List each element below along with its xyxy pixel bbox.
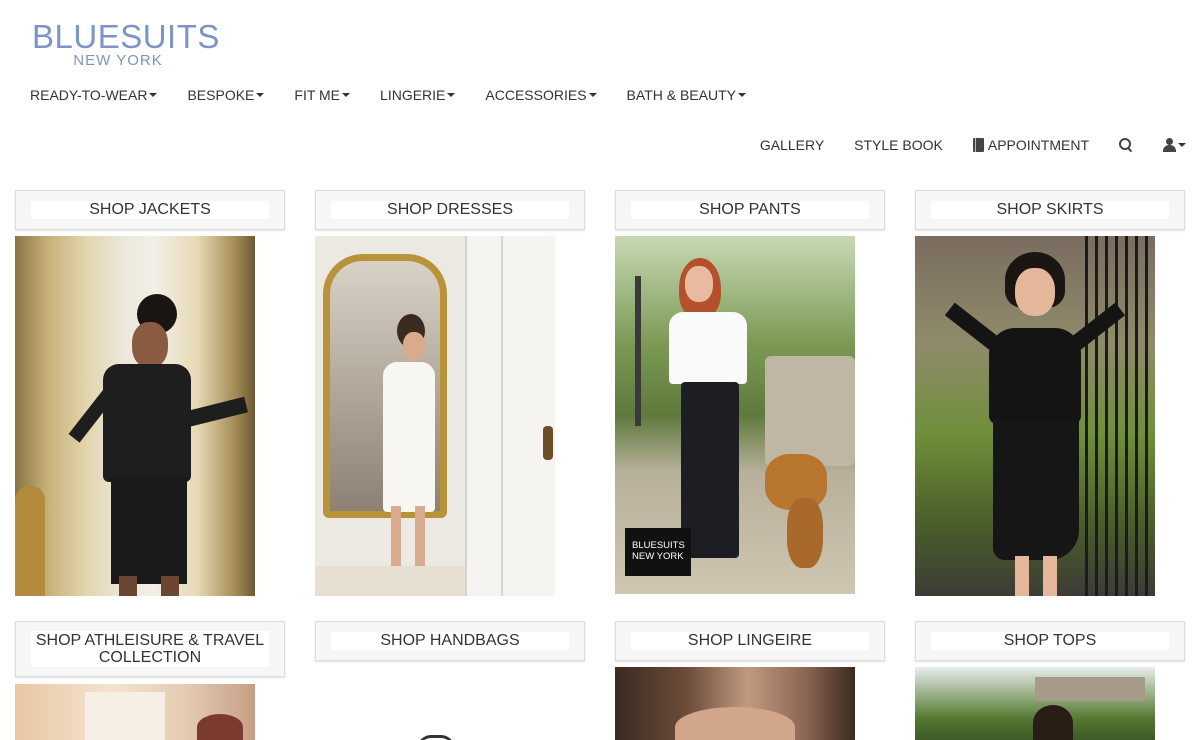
shop-pants-button[interactable]: SHOP PANTS — [615, 190, 885, 230]
nav-accessories[interactable]: ACCESSORIES — [485, 86, 597, 104]
jackets-photo — [15, 236, 255, 596]
product-card-tops: SHOP TOPS — [915, 621, 1185, 740]
shop-skirts-button[interactable]: SHOP SKIRTS — [915, 190, 1185, 230]
lingerie-photo — [615, 667, 855, 740]
caret-down-icon — [447, 93, 456, 97]
athleisure-photo — [15, 684, 255, 740]
search-button[interactable] — [1119, 135, 1133, 155]
logo-brand-text: BLUESUITS — [32, 18, 220, 55]
brand-logo[interactable]: BLUESUITS NEW YORK — [32, 18, 220, 69]
card-label-text: SHOP TOPS — [931, 632, 1169, 650]
badge-city: NEW YORK — [632, 551, 684, 562]
card-label-text: SHOP SKIRTS — [931, 201, 1169, 219]
athleisure-image[interactable] — [15, 684, 255, 740]
handbags-image[interactable] — [315, 667, 555, 740]
pants-image[interactable]: BLUESUITS NEW YORK — [615, 236, 855, 594]
shop-athleisure-travel-button[interactable]: SHOP ATHLEISURE & TRAVEL COLLECTION — [15, 621, 285, 677]
user-icon — [1163, 138, 1176, 152]
product-card-lingerie: SHOP LINGEIRE — [615, 621, 885, 740]
bluesuits-watermark-badge: BLUESUITS NEW YORK — [625, 528, 691, 576]
shop-handbags-button[interactable]: SHOP HANDBAGS — [315, 621, 585, 661]
caret-down-icon — [342, 93, 351, 97]
appointment-link[interactable]: APPOINTMENT — [972, 135, 1089, 155]
caret-down-icon — [1178, 143, 1186, 147]
account-menu-button[interactable] — [1163, 135, 1186, 155]
style-book-link[interactable]: STYLE BOOK — [854, 135, 943, 155]
product-card-skirts: SHOP SKIRTS — [915, 190, 1185, 596]
handbags-photo — [315, 667, 555, 740]
book-icon — [972, 138, 984, 152]
card-label-text: SHOP LINGEIRE — [631, 632, 869, 650]
dresses-image[interactable] — [315, 236, 555, 596]
nav-lingerie[interactable]: LINGERIE — [380, 86, 456, 104]
product-card-pants: SHOP PANTS BLUESUITS NEW YORK — [615, 190, 885, 594]
tops-image[interactable] — [915, 667, 1155, 740]
shop-dresses-button[interactable]: SHOP DRESSES — [315, 190, 585, 230]
caret-down-icon — [149, 93, 158, 97]
gallery-link[interactable]: GALLERY — [760, 135, 824, 155]
search-icon — [1119, 138, 1133, 152]
nav-bath-beauty[interactable]: BATH & BEAUTY — [627, 86, 746, 104]
card-label-text: SHOP DRESSES — [331, 201, 569, 219]
skirts-photo — [915, 236, 1155, 596]
shop-tops-button[interactable]: SHOP TOPS — [915, 621, 1185, 661]
product-card-athleisure: SHOP ATHLEISURE & TRAVEL COLLECTION — [15, 621, 285, 740]
card-label-text: SHOP PANTS — [631, 201, 869, 219]
nav-label: FIT ME — [294, 87, 341, 103]
nav-fit-me[interactable]: FIT ME — [294, 86, 351, 104]
nav-label: LINGERIE — [380, 87, 446, 103]
appointment-label: APPOINTMENT — [987, 137, 1089, 153]
badge-brand: BLUESUITS — [632, 540, 685, 551]
nav-label: BATH & BEAUTY — [626, 87, 736, 103]
nav-bespoke[interactable]: BESPOKE — [187, 86, 265, 104]
product-card-handbags: SHOP HANDBAGS — [315, 621, 585, 740]
nav-label: BESPOKE — [187, 87, 255, 103]
skirts-image[interactable] — [915, 236, 1155, 596]
product-card-jackets: SHOP JACKETS — [15, 190, 285, 596]
dresses-photo — [315, 236, 555, 596]
caret-down-icon — [256, 93, 265, 97]
caret-down-icon — [737, 93, 746, 97]
jackets-image[interactable] — [15, 236, 255, 596]
nav-label: READY-TO-WEAR — [30, 87, 148, 103]
card-label-text: SHOP JACKETS — [31, 201, 269, 219]
secondary-nav: GALLERY STYLE BOOK APPOINTMENT — [730, 135, 1186, 155]
logo-city-text: NEW YORK — [73, 52, 163, 69]
caret-down-icon — [588, 93, 597, 97]
tops-photo — [915, 667, 1155, 740]
shop-jackets-button[interactable]: SHOP JACKETS — [15, 190, 285, 230]
card-label-text: SHOP ATHLEISURE & TRAVEL COLLECTION — [31, 631, 269, 667]
nav-ready-to-wear[interactable]: READY-TO-WEAR — [30, 86, 158, 104]
lingerie-image[interactable] — [615, 667, 855, 740]
shop-lingerie-button[interactable]: SHOP LINGEIRE — [615, 621, 885, 661]
primary-nav: READY-TO-WEAR BESPOKE FIT ME LINGERIE AC… — [30, 86, 776, 104]
nav-label: ACCESSORIES — [485, 87, 587, 103]
card-label-text: SHOP HANDBAGS — [331, 632, 569, 650]
product-card-dresses: SHOP DRESSES — [315, 190, 585, 596]
